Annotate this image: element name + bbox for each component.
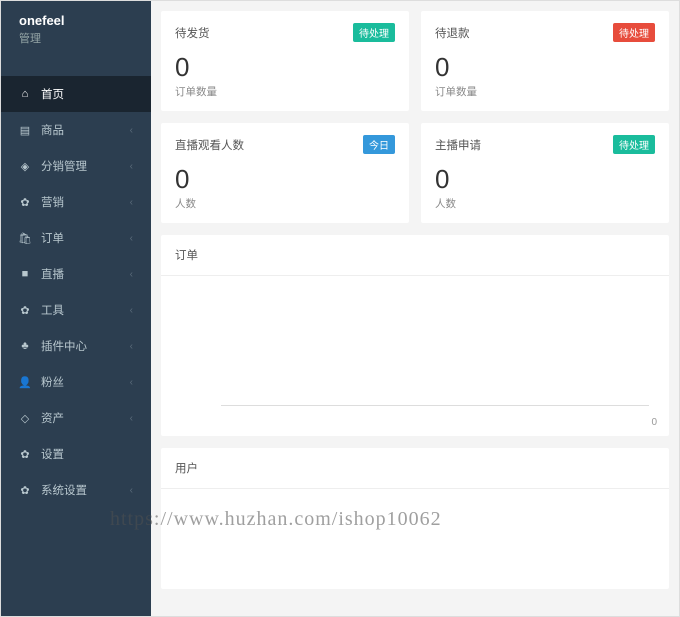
chevron-left-icon: ‹ bbox=[130, 413, 133, 424]
stat-value: 0 bbox=[175, 54, 395, 80]
nav-icon: ▤ bbox=[19, 124, 31, 136]
nav-item-7[interactable]: ♣ 插件中心‹ bbox=[1, 328, 151, 364]
stat-sub: 人数 bbox=[435, 196, 655, 211]
nav-label: 系统设置 bbox=[41, 482, 130, 498]
nav-item-2[interactable]: ◈ 分销管理‹ bbox=[1, 148, 151, 184]
nav-item-0[interactable]: ⌂ 首页 bbox=[1, 76, 151, 112]
brand-name: onefeel bbox=[19, 13, 133, 28]
nav-label: 设置 bbox=[41, 446, 133, 462]
nav-item-3[interactable]: ✿ 营销‹ bbox=[1, 184, 151, 220]
nav-item-5[interactable]: ■ 直播‹ bbox=[1, 256, 151, 292]
nav-item-10[interactable]: ✿ 设置 bbox=[1, 436, 151, 472]
stat-head: 待退款 待处理 bbox=[435, 23, 655, 42]
status-badge: 待处理 bbox=[613, 23, 655, 42]
stat-head: 直播观看人数 今日 bbox=[175, 135, 395, 154]
stat-card[interactable]: 主播申请 待处理 0 人数 bbox=[421, 123, 669, 223]
users-chart bbox=[161, 489, 669, 589]
chevron-left-icon: ‹ bbox=[130, 341, 133, 352]
nav-label: 商品 bbox=[41, 122, 130, 138]
nav-icon: ✿ bbox=[19, 448, 31, 460]
chevron-left-icon: ‹ bbox=[130, 485, 133, 496]
nav-icon: ✿ bbox=[19, 484, 31, 496]
nav-icon: ♣ bbox=[19, 340, 31, 352]
stat-card[interactable]: 直播观看人数 今日 0 人数 bbox=[161, 123, 409, 223]
stat-value: 0 bbox=[435, 54, 655, 80]
stat-title: 待退款 bbox=[435, 25, 470, 41]
users-panel-title: 用户 bbox=[161, 448, 669, 489]
main-content: 待发货待处理0订单数量待退款待处理0订单数量 直播观看人数今日0人数主播申请待处… bbox=[151, 1, 679, 616]
chevron-left-icon: ‹ bbox=[130, 197, 133, 208]
chevron-left-icon: ‹ bbox=[130, 377, 133, 388]
status-badge: 待处理 bbox=[613, 135, 655, 154]
nav-label: 直播 bbox=[41, 266, 130, 282]
nav-label: 粉丝 bbox=[41, 374, 130, 390]
orders-panel-title: 订单 bbox=[161, 235, 669, 276]
brand-sub: 管理 bbox=[19, 30, 133, 46]
stat-value: 0 bbox=[175, 166, 395, 192]
stat-head: 待发货 待处理 bbox=[175, 23, 395, 42]
nav-icon: ■ bbox=[19, 268, 31, 280]
stats-row-1: 待发货 待处理 0 订单数量 待退款 待处理 0 订单数量 bbox=[161, 11, 669, 111]
orders-chart: 0 bbox=[161, 276, 669, 436]
nav-icon: ◈ bbox=[19, 160, 31, 172]
nav-label: 插件中心 bbox=[41, 338, 130, 354]
nav-icon: ⌂ bbox=[19, 88, 31, 100]
stat-sub: 人数 bbox=[175, 196, 395, 211]
stat-card[interactable]: 待退款 待处理 0 订单数量 bbox=[421, 11, 669, 111]
nav-item-9[interactable]: ◇ 资产‹ bbox=[1, 400, 151, 436]
chevron-left-icon: ‹ bbox=[130, 161, 133, 172]
nav-item-1[interactable]: ▤ 商品‹ bbox=[1, 112, 151, 148]
orders-panel: 订单 0 bbox=[161, 235, 669, 436]
stat-sub: 订单数量 bbox=[175, 84, 395, 99]
nav-label: 工具 bbox=[41, 302, 130, 318]
stat-sub: 订单数量 bbox=[435, 84, 655, 99]
nav-item-6[interactable]: ✿ 工具‹ bbox=[1, 292, 151, 328]
nav-item-4[interactable]: 🛍 订单‹ bbox=[1, 220, 151, 256]
stat-value: 0 bbox=[435, 166, 655, 192]
stats-row-2: 直播观看人数 今日 0 人数 主播申请 待处理 0 人数 bbox=[161, 123, 669, 223]
nav-item-8[interactable]: 👤 粉丝‹ bbox=[1, 364, 151, 400]
stat-head: 主播申请 待处理 bbox=[435, 135, 655, 154]
nav-icon: ✿ bbox=[19, 196, 31, 208]
nav-label: 资产 bbox=[41, 410, 130, 426]
sidebar: onefeel 管理 ⌂首页▤商品‹◈分销管理‹✿营销‹🛍订单‹■直播‹✿工具‹… bbox=[1, 1, 151, 616]
users-panel: 用户 bbox=[161, 448, 669, 589]
nav-icon: ✿ bbox=[19, 304, 31, 316]
chevron-left-icon: ‹ bbox=[130, 125, 133, 136]
nav-label: 营销 bbox=[41, 194, 130, 210]
nav-label: 首页 bbox=[41, 86, 133, 102]
status-badge: 今日 bbox=[363, 135, 395, 154]
nav: ⌂首页▤商品‹◈分销管理‹✿营销‹🛍订单‹■直播‹✿工具‹♣插件中心‹👤粉丝‹◇… bbox=[1, 76, 151, 508]
stat-title: 待发货 bbox=[175, 25, 210, 41]
chevron-left-icon: ‹ bbox=[130, 269, 133, 280]
stat-title: 直播观看人数 bbox=[175, 137, 244, 153]
nav-label: 订单 bbox=[41, 230, 130, 246]
chevron-left-icon: ‹ bbox=[130, 233, 133, 244]
nav-icon: ◇ bbox=[19, 412, 31, 424]
stat-card[interactable]: 待发货 待处理 0 订单数量 bbox=[161, 11, 409, 111]
chart-axis-zero: 0 bbox=[651, 417, 657, 428]
nav-item-11[interactable]: ✿ 系统设置‹ bbox=[1, 472, 151, 508]
chevron-left-icon: ‹ bbox=[130, 305, 133, 316]
nav-icon: 🛍 bbox=[19, 232, 31, 244]
nav-icon: 👤 bbox=[19, 376, 31, 388]
nav-label: 分销管理 bbox=[41, 158, 130, 174]
chart-axis-line bbox=[221, 405, 649, 406]
brand: onefeel 管理 bbox=[1, 1, 151, 58]
stat-title: 主播申请 bbox=[435, 137, 481, 153]
status-badge: 待处理 bbox=[353, 23, 395, 42]
